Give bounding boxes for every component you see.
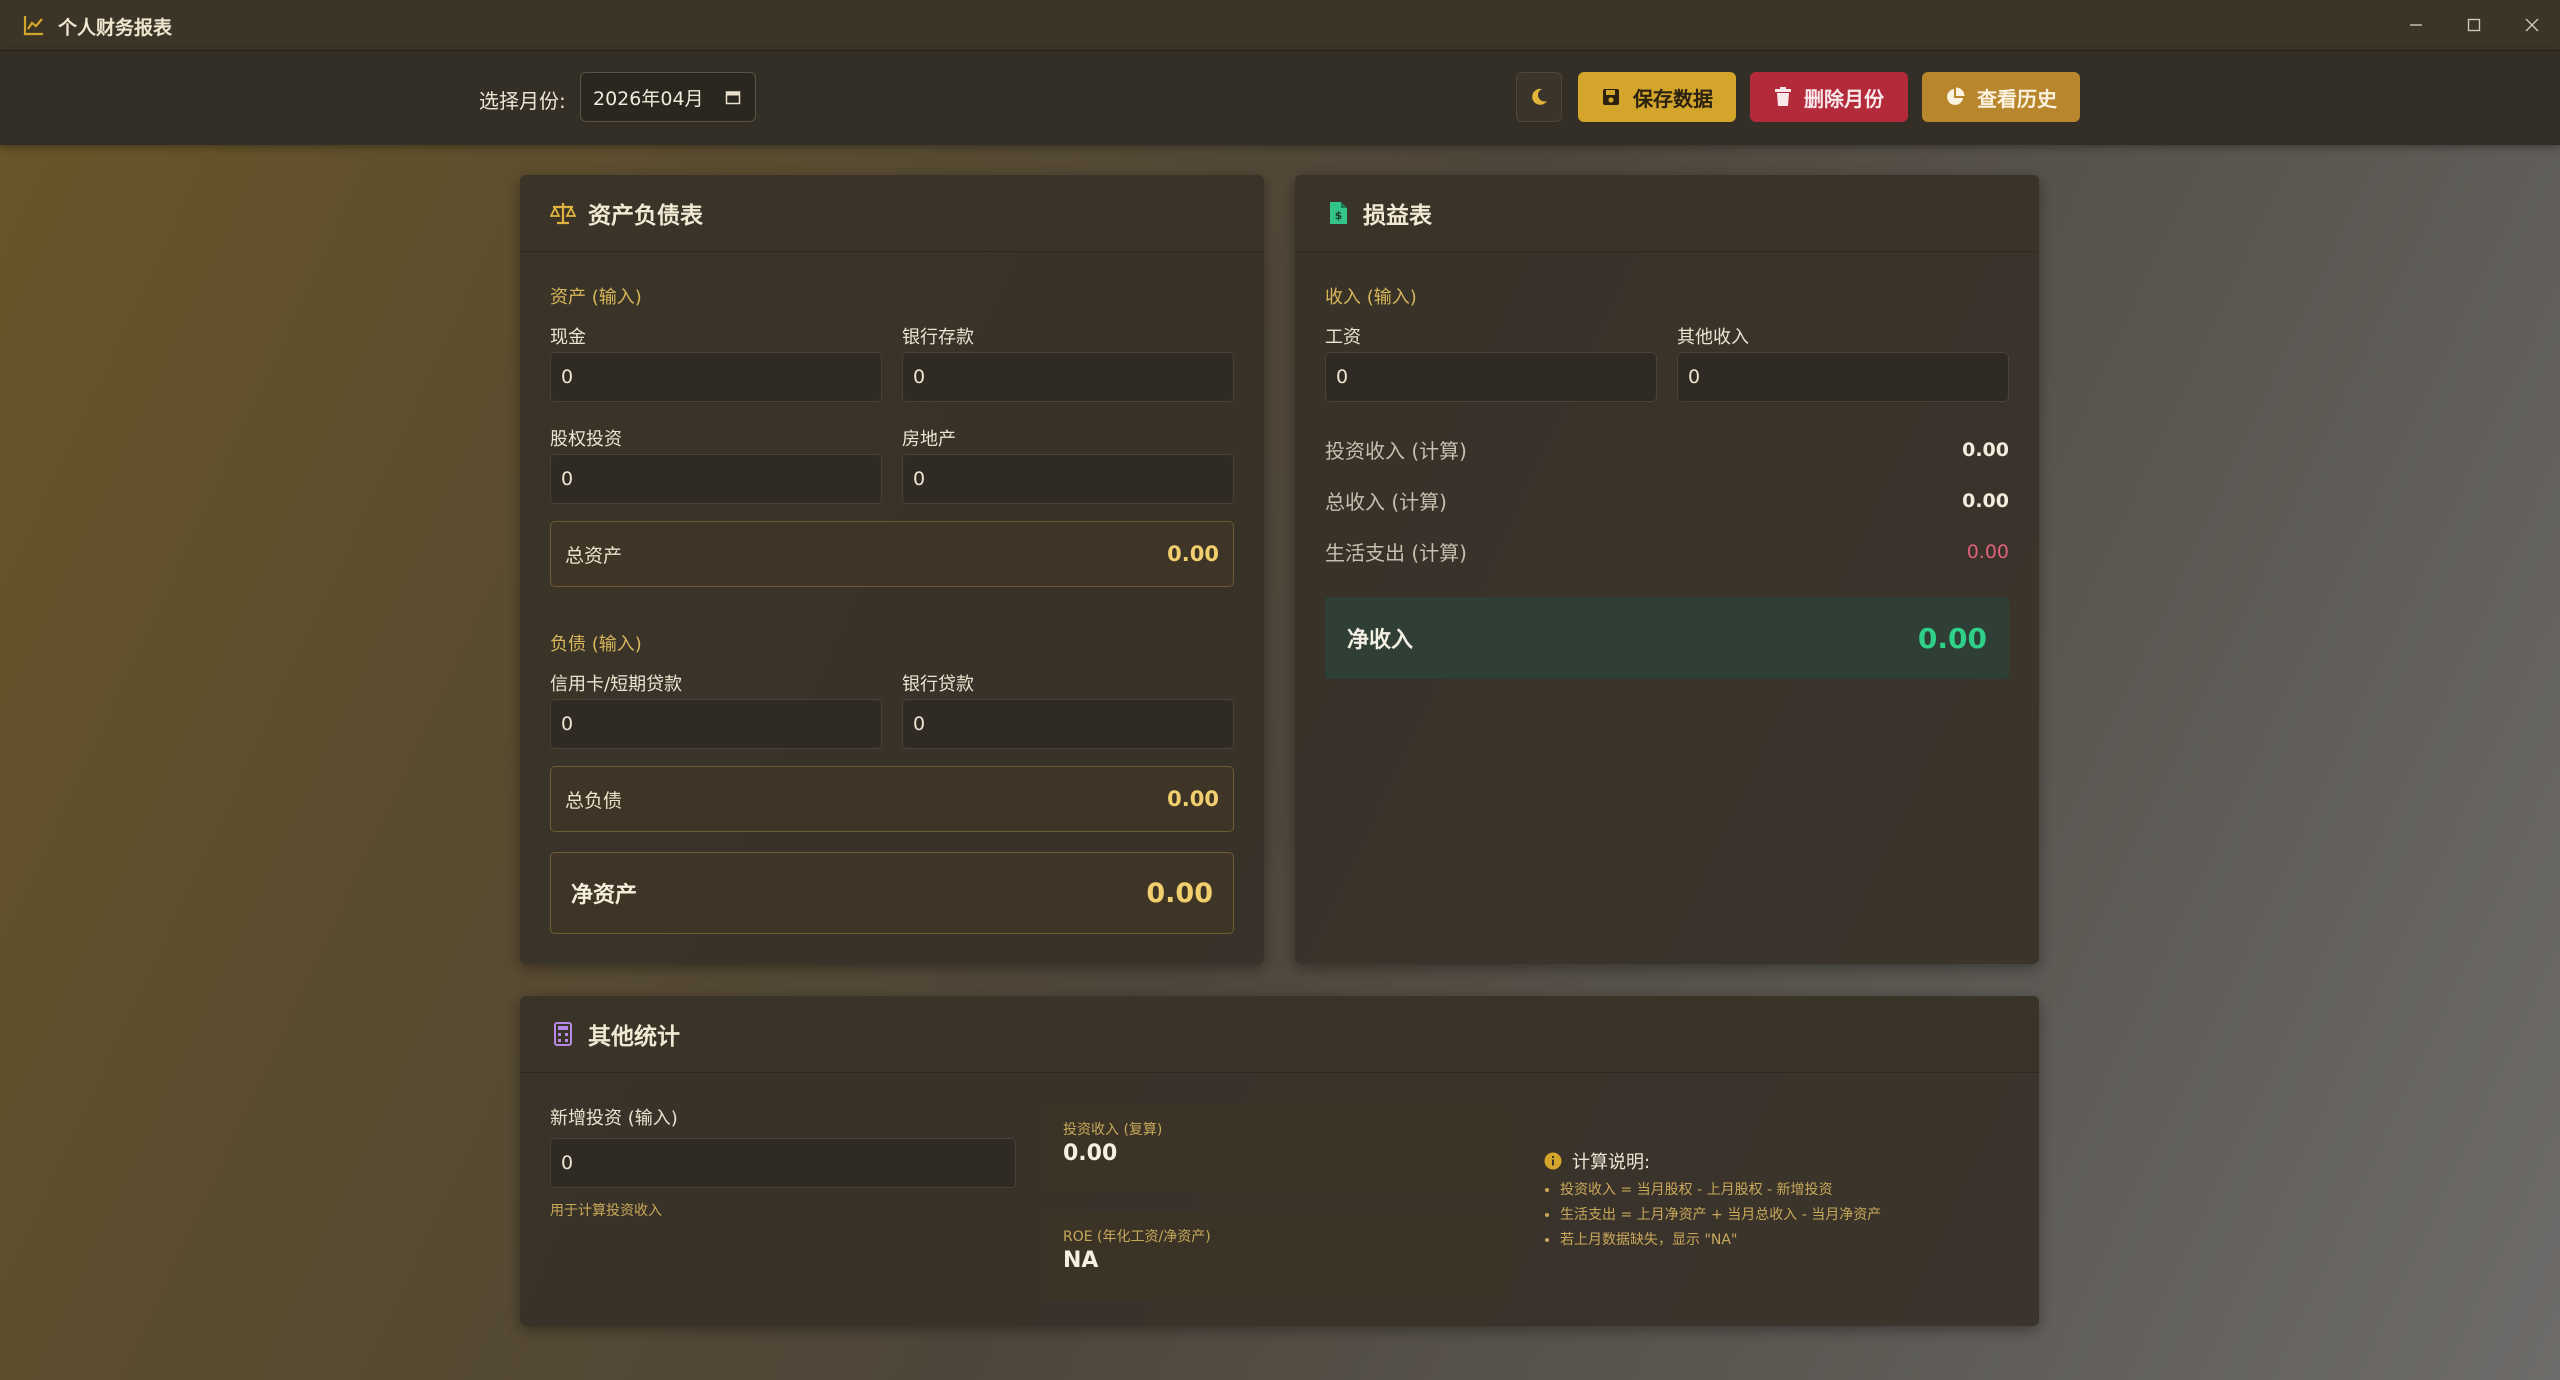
net-income-box: 净收入 0.00 <box>1325 597 2009 679</box>
calc-note-item: 生活支出 = 上月净资产 + 当月总收入 - 当月净资产 <box>1560 1203 1881 1228</box>
save-button-label: 保存数据 <box>1633 86 1713 111</box>
total-liabilities-value: 0.00 <box>1167 787 1219 811</box>
salary-input[interactable]: 0 <box>1325 352 1657 402</box>
calc-notes-title: 计算说明: <box>1544 1148 1650 1174</box>
total-income-row: 总收入 (计算) 0.00 <box>1325 486 2009 515</box>
assets-section-label: 资产 (输入) <box>550 287 642 308</box>
equity-input[interactable]: 0 <box>550 454 882 504</box>
net-income-label: 净收入 <box>1347 628 1414 653</box>
equity-label: 股权投资 <box>550 429 622 450</box>
credit-label: 信用卡/短期贷款 <box>550 674 683 695</box>
file-invoice-icon: $ <box>1330 202 1347 224</box>
living-expense-row: 生活支出 (计算) 0.00 <box>1325 537 2009 566</box>
month-value: 2026年04月 <box>593 87 704 110</box>
liabilities-section-label: 负债 (输入) <box>550 634 642 655</box>
total-income-label: 总收入 (计算) <box>1325 490 1447 514</box>
total-assets-label: 总资产 <box>565 544 623 567</box>
pie-chart-icon <box>1947 87 1965 105</box>
delete-month-button[interactable]: 删除月份 <box>1750 72 1908 122</box>
chart-line-icon <box>23 16 43 36</box>
svg-text:$: $ <box>1335 209 1343 222</box>
real-estate-label: 房地产 <box>902 429 956 450</box>
living-expense-label: 生活支出 (计算) <box>1325 541 1467 565</box>
roe-value: NA <box>1063 1248 1099 1273</box>
maximize-button[interactable] <box>2454 10 2494 40</box>
roe-label: ROE (年化工资/净资产) <box>1063 1229 1211 1245</box>
new-investment-hint: 用于计算投资收入 <box>550 1203 662 1219</box>
net-assets-box: 净资产 0.00 <box>550 852 1234 934</box>
minimize-icon <box>2410 24 2422 26</box>
title-bar: 个人财务报表 <box>0 0 2560 51</box>
scale-icon <box>550 203 576 225</box>
balance-sheet-title: 资产负债表 <box>588 203 703 229</box>
other-income-label: 其他收入 <box>1677 327 1749 348</box>
net-assets-value: 0.00 <box>1146 877 1213 909</box>
bank-loan-input[interactable]: 0 <box>902 699 1234 749</box>
investment-income-row: 投资收入 (计算) 0.00 <box>1325 435 2009 464</box>
income-statement-card: $ 损益表 收入 (输入) 工资 0 其他收入 0 投资收入 (计算) 0.00… <box>1295 175 2039 964</box>
calc-note-item: 若上月数据缺失，显示 "NA" <box>1560 1228 1881 1253</box>
investment-income-value: 0.00 <box>1962 438 2009 461</box>
investment-income-recalc-label: 投资收入 (复算) <box>1063 1122 1163 1138</box>
calc-note-item: 投资收入 = 当月股权 - 上月股权 - 新增投资 <box>1560 1178 1881 1203</box>
real-estate-input[interactable]: 0 <box>902 454 1234 504</box>
other-stats-header: 其他统计 <box>520 996 2039 1073</box>
total-liabilities-label: 总负债 <box>565 789 623 812</box>
month-picker-input[interactable]: 2026年04月 <box>580 72 756 122</box>
theme-toggle-button[interactable] <box>1516 72 1562 122</box>
new-investment-input[interactable]: 0 <box>550 1138 1016 1188</box>
close-button[interactable] <box>2512 10 2552 40</box>
bank-deposit-label: 银行存款 <box>902 327 974 348</box>
other-stats-title: 其他统计 <box>588 1024 680 1050</box>
income-statement-title: 损益表 <box>1363 203 1432 229</box>
net-income-value: 0.00 <box>1917 621 1987 655</box>
investment-income-label: 投资收入 (计算) <box>1325 439 1467 463</box>
floppy-icon <box>1603 89 1619 105</box>
roe-box: ROE (年化工资/净资产) NA <box>1046 1211 1510 1299</box>
income-statement-header: $ 损益表 <box>1295 175 2039 252</box>
salary-label: 工资 <box>1325 327 1361 348</box>
save-button[interactable]: 保存数据 <box>1578 72 1736 122</box>
window-title: 个人财务报表 <box>58 17 173 39</box>
calculator-icon <box>554 1022 572 1046</box>
total-income-value: 0.00 <box>1962 489 2009 512</box>
total-liabilities-box: 总负债 0.00 <box>550 766 1234 832</box>
new-investment-label: 新增投资 (输入) <box>550 1108 678 1129</box>
toolbar: 选择月份: 2026年04月 保存数据 删除月份 查看历史 <box>0 51 2560 145</box>
minimize-button[interactable] <box>2396 10 2436 40</box>
close-icon <box>2525 18 2539 32</box>
calc-notes-list: 投资收入 = 当月股权 - 上月股权 - 新增投资 生活支出 = 上月净资产 +… <box>1540 1178 1881 1253</box>
trash-icon <box>1775 87 1791 106</box>
calc-notes-title-text: 计算说明: <box>1572 1152 1651 1173</box>
delete-button-label: 删除月份 <box>1804 86 1884 111</box>
balance-sheet-card: 资产负债表 资产 (输入) 现金 0 银行存款 0 股权投资 0 房地产 0 总… <box>520 175 1264 964</box>
total-assets-value: 0.00 <box>1167 542 1219 566</box>
history-button-label: 查看历史 <box>1977 86 2057 111</box>
info-circle-icon <box>1544 1152 1562 1170</box>
balance-sheet-header: 资产负债表 <box>520 175 1264 252</box>
calendar-icon[interactable] <box>725 89 741 105</box>
maximize-icon <box>2467 18 2481 32</box>
living-expense-value: 0.00 <box>1966 540 2009 563</box>
view-history-button[interactable]: 查看历史 <box>1922 72 2080 122</box>
other-income-input[interactable]: 0 <box>1677 352 2009 402</box>
income-section-label: 收入 (输入) <box>1325 287 1417 308</box>
other-stats-card: 其他统计 新增投资 (输入) 0 用于计算投资收入 投资收入 (复算) 0.00… <box>520 996 2039 1326</box>
month-label: 选择月份: <box>479 89 566 113</box>
cash-input[interactable]: 0 <box>550 352 882 402</box>
net-assets-label: 净资产 <box>571 883 638 908</box>
total-assets-box: 总资产 0.00 <box>550 521 1234 587</box>
investment-income-recalc-box: 投资收入 (复算) 0.00 <box>1046 1104 1510 1192</box>
investment-income-recalc-value: 0.00 <box>1063 1141 1118 1166</box>
bank-deposit-input[interactable]: 0 <box>902 352 1234 402</box>
moon-icon <box>1532 88 1547 105</box>
credit-input[interactable]: 0 <box>550 699 882 749</box>
cash-label: 现金 <box>550 327 586 348</box>
bank-loan-label: 银行贷款 <box>902 674 974 695</box>
